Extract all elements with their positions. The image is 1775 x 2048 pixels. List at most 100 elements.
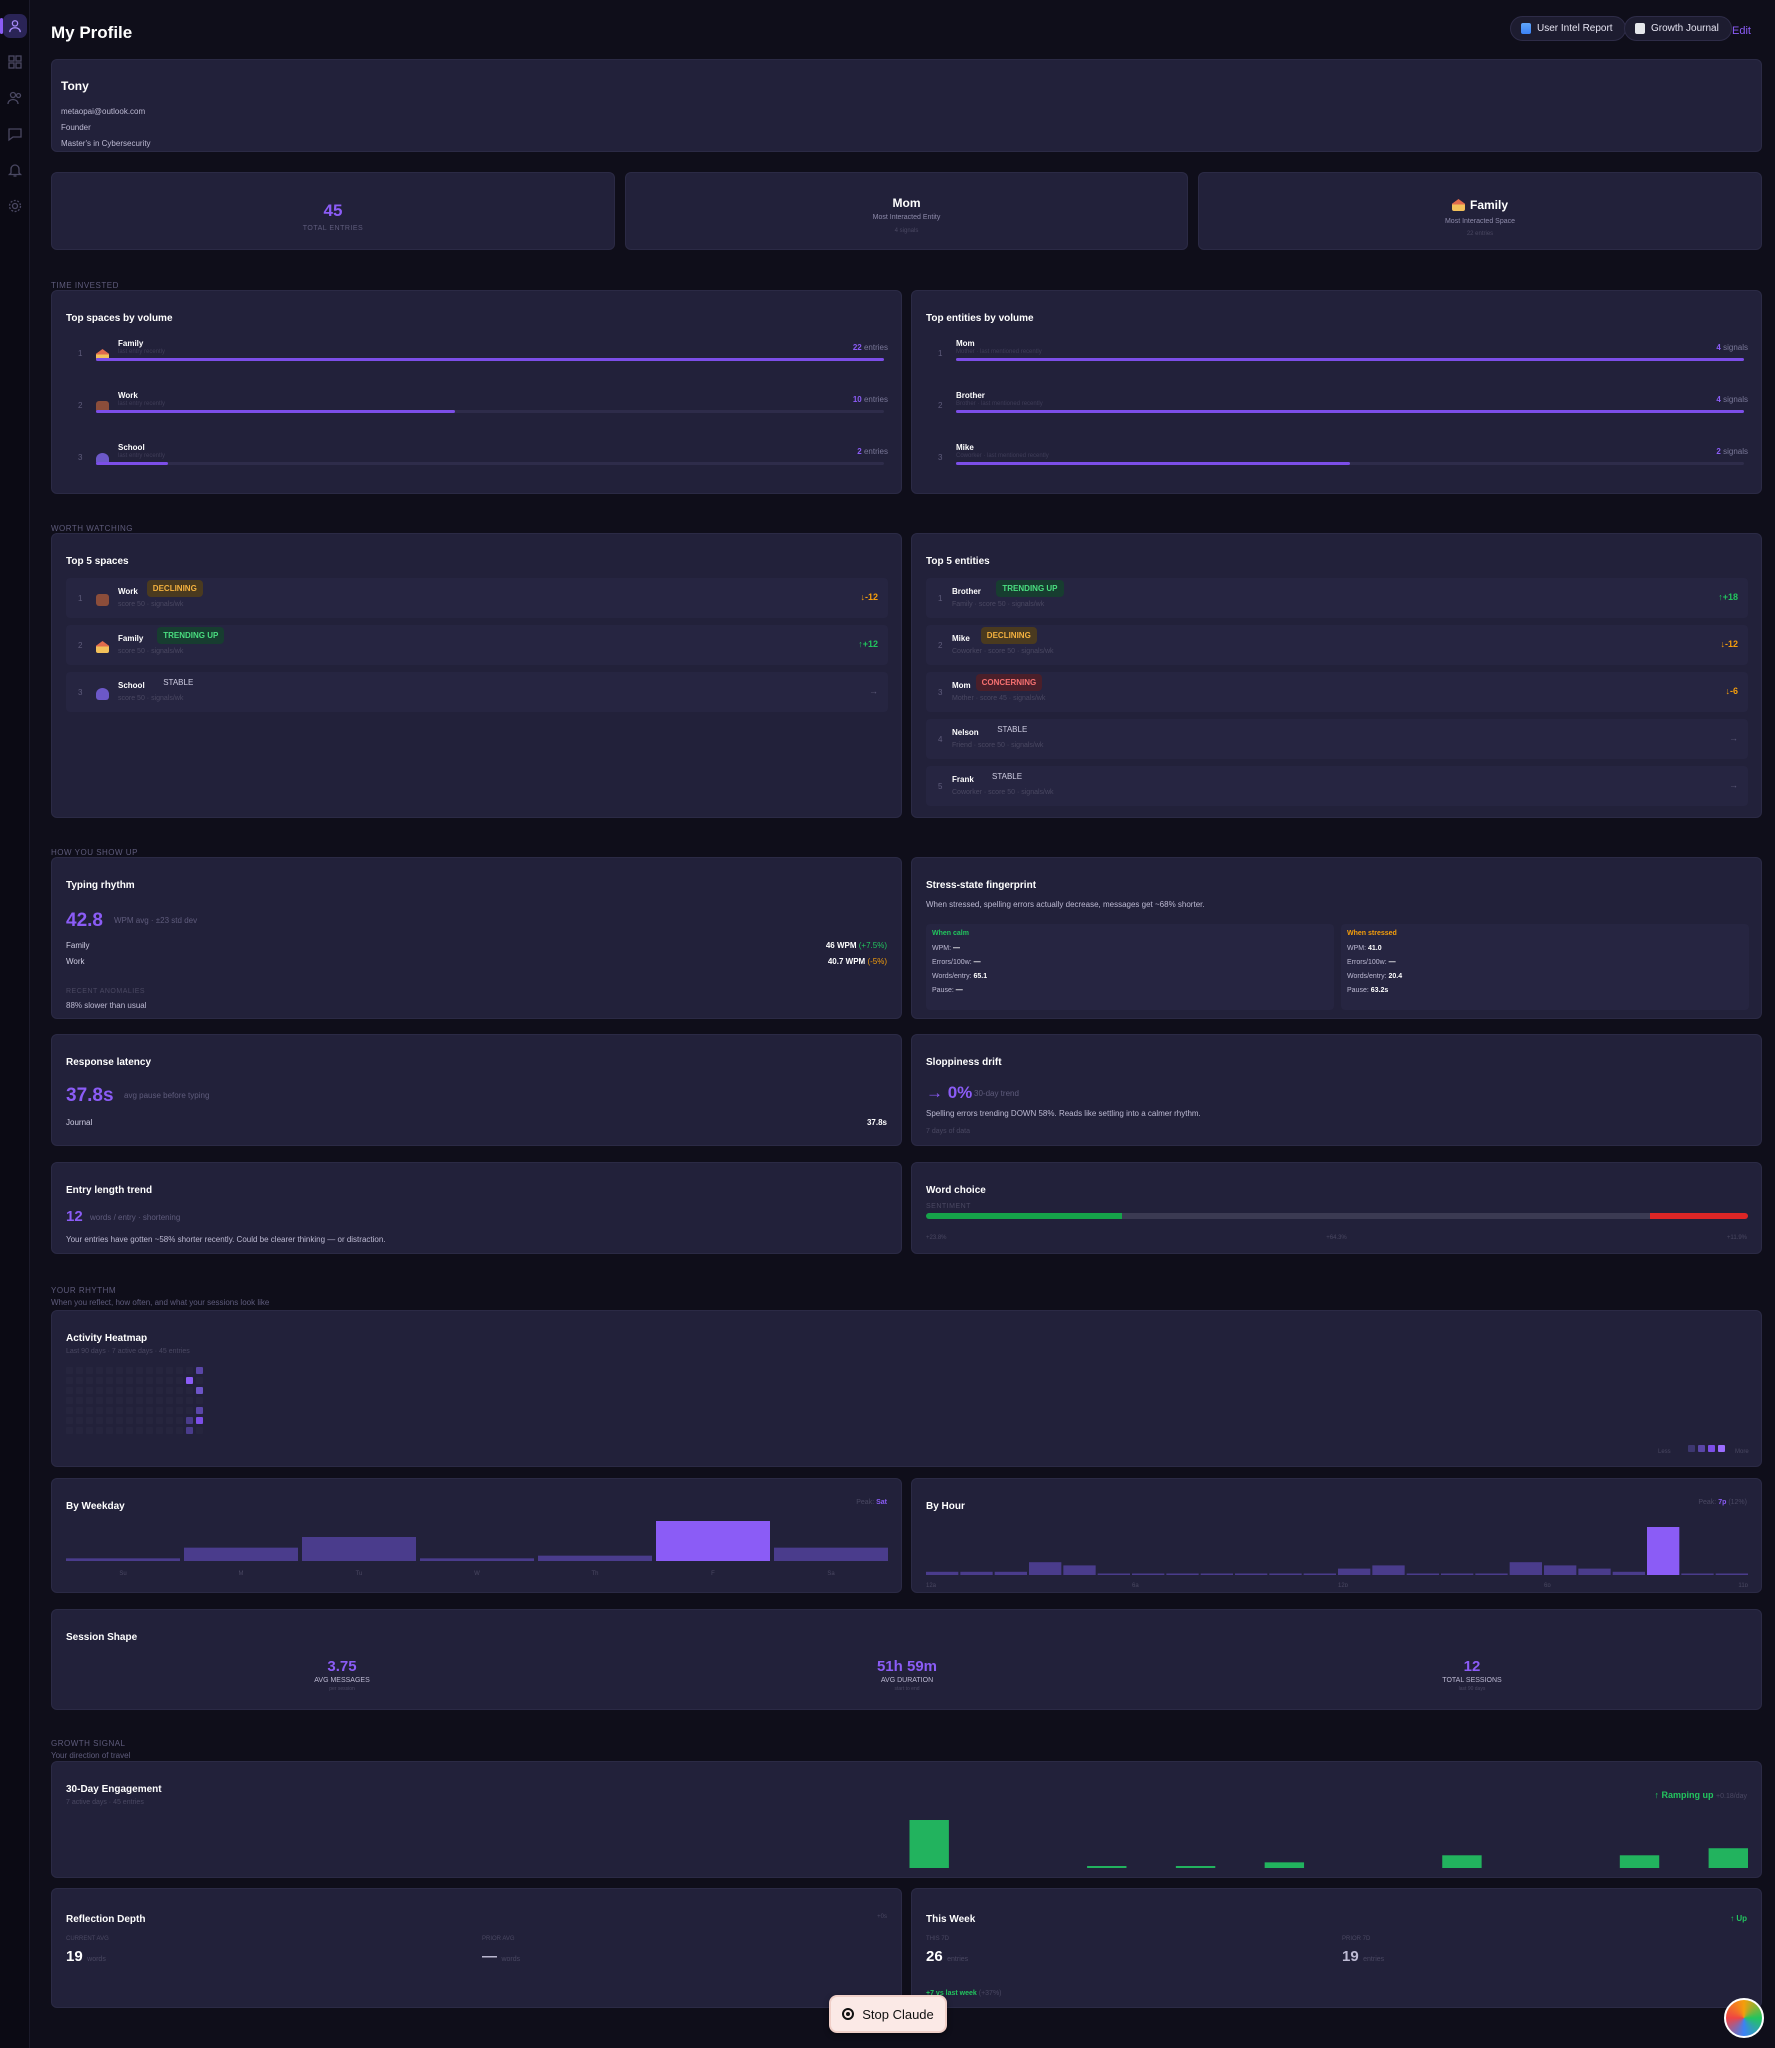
session-items: 3.75 AVG MESSAGES per session 51h 59m AVG DU… xyxy=(52,1610,1761,1709)
top-spaces-card: Top spaces by volume 1 Family last entry r… xyxy=(51,290,902,494)
engagement-status: ↑ Ramping up +0.18/day xyxy=(1654,1790,1747,1800)
session-value: 51h 59m xyxy=(876,1658,938,1675)
top5-entities-list: 1 Brother TRENDING UP Family · score 50 · s… xyxy=(912,534,1761,817)
user-intel-report-button[interactable]: User Intel Report xyxy=(1510,16,1626,41)
list-item[interactable]: 1 Brother TRENDING UP Family · score 50 · s… xyxy=(926,578,1748,618)
rank: 2 xyxy=(78,641,83,650)
heatmap-cell xyxy=(86,1367,93,1374)
trend-delta: ↓-12 xyxy=(860,592,878,602)
avatar[interactable] xyxy=(1724,1998,1764,2038)
engagement-bar xyxy=(1619,1855,1660,1868)
this-7d: 26 entries xyxy=(926,1948,969,1965)
heatmap-cell xyxy=(166,1397,173,1404)
heatmap-cell xyxy=(116,1397,123,1404)
heatmap-cell xyxy=(126,1367,133,1374)
hour-bar xyxy=(1235,1573,1268,1575)
stat-value: 45 xyxy=(323,201,343,220)
hour-bar xyxy=(1200,1573,1233,1575)
list-item[interactable]: 1 Family last entry recently 22 entries xyxy=(66,337,888,381)
heatmap-cell xyxy=(156,1417,163,1424)
volume-bar-fill xyxy=(96,358,884,361)
hour-bar xyxy=(1544,1565,1577,1575)
list-item[interactable]: 1 Work DECLINING score 50 · signals/wk ↓-12 xyxy=(66,578,888,618)
sidebar-item-profile[interactable] xyxy=(3,14,27,38)
session-value: 3.75 xyxy=(327,1658,357,1675)
metric-row: WPM: 41.0 xyxy=(1347,945,1382,952)
legend-swatch xyxy=(1708,1445,1715,1452)
rank: 3 xyxy=(78,688,83,697)
hour-bar xyxy=(1303,1573,1336,1575)
heatmap-cell xyxy=(196,1367,203,1374)
list-item[interactable]: 3 Mike Coworker · last mentioned recently 2… xyxy=(926,441,1748,485)
heatmap-cell xyxy=(146,1377,153,1384)
session-sub: start to end xyxy=(894,1686,920,1692)
item-sub: Mother · score 45 · signals/wk xyxy=(952,695,1046,702)
sidebar-item-settings[interactable] xyxy=(7,198,23,214)
list-item[interactable]: 4 Nelson STABLE Friend · score 50 · signals… xyxy=(926,719,1748,759)
section-label-time-invested: TIME INVESTED xyxy=(51,281,119,290)
week-status: ↑ Up xyxy=(1730,1914,1747,1923)
list-item[interactable]: 2 Brother Brother · last mentioned recentl… xyxy=(926,389,1748,433)
status-badge: TRENDING UP xyxy=(996,580,1064,597)
list-item[interactable]: 2 Work last entry recently 10 entries xyxy=(66,389,888,433)
stat-sub: 22 entries xyxy=(1466,231,1494,237)
metric-row: WPM: — xyxy=(932,945,961,952)
engagement-chart xyxy=(909,1820,1748,1868)
list-item[interactable]: 3 School STABLE score 50 · signals/wk → xyxy=(66,672,888,712)
sidebar-item-notifications[interactable] xyxy=(7,162,23,178)
list-item[interactable]: 1 Mom Mother · last mentioned recently 4 si… xyxy=(926,337,1748,381)
heatmap-cell xyxy=(166,1387,173,1394)
profile-email: metaopai@outlook.com xyxy=(61,107,146,116)
edit-link[interactable]: Edit xyxy=(1732,25,1751,37)
rank: 4 xyxy=(938,735,943,744)
heatmap-cell xyxy=(96,1407,103,1414)
heatmap-cell xyxy=(176,1377,183,1384)
heatmap-cell xyxy=(126,1377,133,1384)
heatmap-cell xyxy=(186,1407,193,1414)
stat-value: Mom xyxy=(892,196,921,210)
sidebar-item-messages[interactable] xyxy=(7,126,23,142)
item-count: 2 entries xyxy=(857,447,888,456)
sidebar-item-dashboard[interactable] xyxy=(7,54,23,70)
list-item[interactable]: 5 Frank STABLE Coworker · score 50 · signal… xyxy=(926,766,1748,806)
rank: 3 xyxy=(938,688,943,697)
heatmap-cell xyxy=(146,1397,153,1404)
rank: 1 xyxy=(938,594,943,603)
heatmap-cell xyxy=(96,1377,103,1384)
heatmap-cell xyxy=(66,1417,73,1424)
item-count: 4 signals xyxy=(1716,343,1748,352)
list-item[interactable]: 3 School last entry recently 2 entries xyxy=(66,441,888,485)
list-item[interactable]: 3 Mom CONCERNING Mother · score 45 · signal… xyxy=(926,672,1748,712)
item-name: Nelson xyxy=(952,728,979,737)
rank: 2 xyxy=(938,641,943,650)
item-sub: score 50 · signals/wk xyxy=(118,601,184,608)
list-item[interactable]: 2 Mike DECLINING Coworker · score 50 · sign… xyxy=(926,625,1748,665)
top5-spaces-list: 1 Work DECLINING score 50 · signals/wk ↓-12 2… xyxy=(52,534,901,817)
heatmap-cell xyxy=(116,1387,123,1394)
session-stat: 12 TOTAL SESSIONS last 90 days xyxy=(1372,1658,1572,1692)
item-name: Mom xyxy=(952,681,971,690)
stat-label: TOTAL ENTRIES xyxy=(302,225,364,232)
weekday-bar xyxy=(302,1537,416,1561)
hour-bar xyxy=(1509,1562,1542,1575)
heatmap-cell xyxy=(126,1387,133,1394)
rank: 2 xyxy=(938,401,943,410)
stop-claude-button[interactable]: Stop Claude xyxy=(829,1995,947,2033)
card-title: Response latency xyxy=(66,1057,152,1068)
card-title: Reflection Depth xyxy=(66,1914,146,1925)
heatmap-cell xyxy=(86,1397,93,1404)
sloppiness-text: Spelling errors trending DOWN 58%. Reads… xyxy=(926,1109,1201,1118)
growth-journal-button[interactable]: Growth Journal xyxy=(1624,16,1732,41)
reflection-depth-card: Reflection Depth +0s CURRENT AVG 19 word… xyxy=(51,1888,902,2008)
heatmap-cell xyxy=(76,1397,83,1404)
heatmap-cell xyxy=(146,1427,153,1434)
heatmap-cell xyxy=(136,1417,143,1424)
stat-top-entity: Mom Most Interacted Entity 4 signals xyxy=(625,172,1188,250)
heatmap-sub: Last 90 days · 7 active days · 45 entrie… xyxy=(66,1348,190,1355)
sidebar-item-people[interactable] xyxy=(7,90,23,106)
response-latency-card: Response latency 37.8s avg pause before … xyxy=(51,1034,902,1146)
hour-bar xyxy=(994,1571,1027,1575)
stat-label: Most Interacted Entity xyxy=(872,214,941,221)
list-item[interactable]: 2 Family TRENDING UP score 50 · signals/wk ↑… xyxy=(66,625,888,665)
weekday-bar xyxy=(420,1558,534,1561)
